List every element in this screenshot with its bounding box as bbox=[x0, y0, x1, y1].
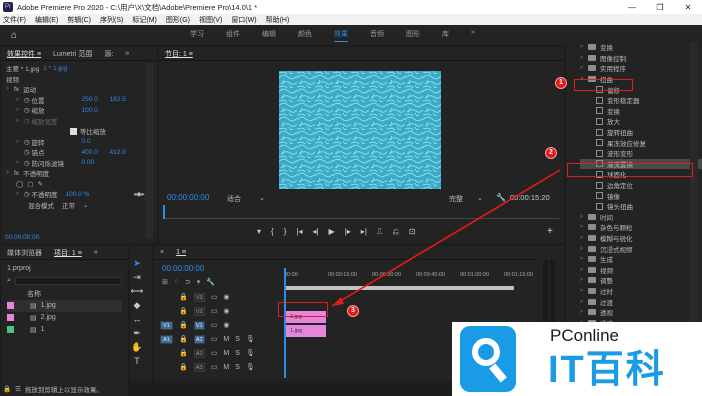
annotation-badge-3: 3 bbox=[347, 305, 359, 317]
pconline-logo-icon bbox=[460, 326, 516, 392]
watermark: PConline IT百科 bbox=[452, 322, 702, 396]
watermark-name: IT百科 bbox=[548, 349, 666, 391]
watermark-brand: PConline bbox=[550, 326, 619, 345]
annotation-badge-2: 2 bbox=[545, 147, 557, 159]
annotation-badge-1: 1 bbox=[555, 77, 567, 89]
